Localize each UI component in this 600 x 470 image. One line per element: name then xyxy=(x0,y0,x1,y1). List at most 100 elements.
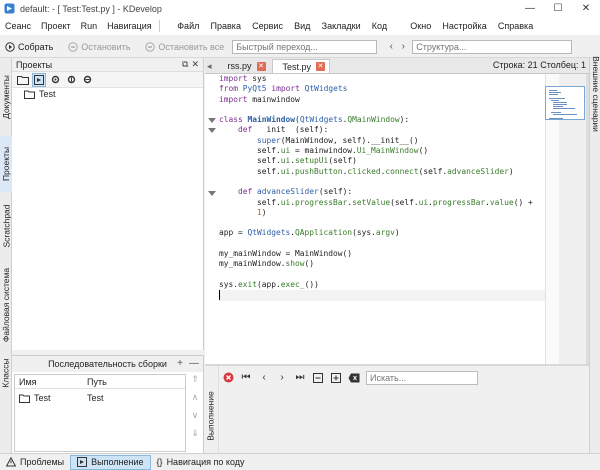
code-line[interactable]: import mainwindow xyxy=(219,95,545,105)
back-arrow-icon[interactable]: ‹ xyxy=(385,41,397,52)
dock-tab-external-scripts[interactable]: Внешние сценарии xyxy=(590,56,600,132)
close-tab-icon[interactable]: ✕ xyxy=(256,61,266,71)
float-panel-icon[interactable]: ⧉ xyxy=(182,59,188,70)
stop-output-icon[interactable] xyxy=(222,372,234,384)
code-line[interactable] xyxy=(219,105,545,115)
title-bar: default: - [ Test:Test.py ] - KDevelop —… xyxy=(0,0,600,17)
code-line[interactable]: super(MainWindow, self).__init__() xyxy=(219,136,545,146)
code-line[interactable]: my_mainWindow = MainWindow() xyxy=(219,249,545,259)
output-search-input[interactable] xyxy=(366,370,478,385)
code-line[interactable]: my_mainWindow.show() xyxy=(219,259,545,269)
code-line[interactable]: self.ui = mainwindow.Ui_MainWindow() xyxy=(219,146,545,156)
quick-nav-input[interactable] xyxy=(232,39,378,54)
code-line[interactable]: from PyQt5 import QtWidgets xyxy=(219,84,545,94)
move-down-icon[interactable]: ∨ xyxy=(189,410,201,424)
clear-output-icon[interactable] xyxy=(348,372,360,384)
code-line[interactable]: app = QtWidgets.QApplication(sys.argv) xyxy=(219,228,545,238)
tree-item-test[interactable]: Test xyxy=(12,88,203,100)
code-line[interactable]: sys.exit(app.exec_()) xyxy=(219,280,545,290)
code-line[interactable] xyxy=(219,270,545,280)
link-editor-icon[interactable] xyxy=(32,72,46,87)
add-icon[interactable]: + xyxy=(177,358,183,369)
stop-all-button[interactable]: Остановить все xyxy=(140,38,228,56)
code-line[interactable] xyxy=(219,218,545,228)
previous-item-icon[interactable]: ‹ xyxy=(258,372,270,384)
dock-tab-filesystem[interactable]: Файловая система xyxy=(0,260,12,350)
projects-toolbar xyxy=(12,72,203,88)
status-tab-problems[interactable]: Проблемы xyxy=(0,455,70,470)
code-line[interactable]: class MainWindow(QtWidgets.QMainWindow): xyxy=(219,115,545,125)
first-item-icon[interactable]: ⏮ xyxy=(240,372,252,384)
close-tab-icon[interactable]: ✕ xyxy=(316,62,326,71)
project-install-icon[interactable] xyxy=(64,73,78,87)
code-line[interactable] xyxy=(219,239,545,249)
minimap-preview[interactable] xyxy=(545,86,585,120)
move-up-icon[interactable]: ∧ xyxy=(189,392,201,406)
stop-button[interactable]: Остановить xyxy=(63,38,134,56)
window-title: default: - [ Test:Test.py ] - KDevelop xyxy=(20,3,162,14)
fold-marker-icon[interactable] xyxy=(208,118,216,123)
code-editor[interactable]: import sys from PyQt5 import QtWidgets imp… xyxy=(205,74,545,364)
fold-marker-icon[interactable] xyxy=(208,191,216,196)
column-path[interactable]: Путь xyxy=(83,377,107,387)
code-line[interactable] xyxy=(219,177,545,187)
code-text[interactable]: import sys from PyQt5 import QtWidgets imp… xyxy=(219,74,545,301)
dock-tab-classes[interactable]: Классы xyxy=(0,354,12,392)
menu-window[interactable]: Окно xyxy=(405,17,437,35)
dock-tab-scratchpad[interactable]: Scratchpad xyxy=(0,196,12,256)
menu-settings[interactable]: Настройка xyxy=(437,17,493,35)
menu-view[interactable]: Вид xyxy=(289,17,316,35)
code-line[interactable]: self.ui.progressBar.setValue(self.ui.pro… xyxy=(219,198,545,208)
next-item-icon[interactable]: › xyxy=(276,372,288,384)
tab-test-py[interactable]: Test.py ✕ xyxy=(271,59,331,73)
code-line[interactable]: def advanceSlider(self): xyxy=(219,187,545,197)
expand-icon[interactable] xyxy=(330,372,342,384)
maximize-button[interactable]: ☐ xyxy=(544,0,572,17)
fold-marker-icon[interactable] xyxy=(208,128,216,133)
column-name[interactable]: Имя xyxy=(15,377,83,387)
close-button[interactable]: ✕ xyxy=(572,0,600,17)
structure-input[interactable] xyxy=(412,39,573,54)
remove-icon[interactable]: — xyxy=(189,358,199,369)
menu-project[interactable]: Проект xyxy=(36,17,76,35)
code-braces-icon: {} xyxy=(156,457,163,467)
menu-bookmarks[interactable]: Закладки xyxy=(316,17,366,35)
dock-tab-projects[interactable]: Проекты xyxy=(0,136,12,192)
code-line[interactable] xyxy=(219,290,545,301)
code-line[interactable]: 1) xyxy=(219,208,545,218)
output-splitter[interactable] xyxy=(205,364,589,366)
minimize-button[interactable]: — xyxy=(516,0,544,17)
output-view[interactable] xyxy=(220,388,589,453)
code-line[interactable]: self.ui.setupUi(self) xyxy=(219,156,545,166)
collapse-icon[interactable] xyxy=(312,372,324,384)
status-tab-code-navigation[interactable]: {} Навигация по коду xyxy=(151,455,251,470)
last-item-icon[interactable]: ⏭ xyxy=(294,372,306,384)
table-row[interactable]: Test Test xyxy=(15,391,185,405)
code-line[interactable]: import sys xyxy=(219,74,545,84)
tab-scroll-arrows[interactable]: ◂ xyxy=(205,59,216,73)
menu-code[interactable]: Код xyxy=(366,17,393,35)
dock-tab-documents[interactable]: Документы xyxy=(0,62,12,132)
status-tab-run[interactable]: Выполнение xyxy=(70,454,151,470)
close-panel-icon[interactable]: ✕ xyxy=(191,59,199,70)
build-button[interactable]: Собрать xyxy=(0,38,57,56)
projects-title: Проекты xyxy=(16,59,53,70)
code-line[interactable]: self.ui.pushButton.clicked.connect(self.… xyxy=(219,167,545,177)
tab-rss-py[interactable]: rss.py ✕ xyxy=(218,59,270,73)
build-icon xyxy=(4,41,15,52)
menu-file[interactable]: Файл xyxy=(172,17,205,35)
output-tab-run[interactable]: Выполнение xyxy=(205,384,217,448)
menu-session[interactable]: Сеанс xyxy=(0,17,36,35)
forward-arrow-icon[interactable]: › xyxy=(397,41,409,52)
menu-navigation[interactable]: Навигация xyxy=(102,17,156,35)
open-project-icon[interactable] xyxy=(16,73,30,87)
move-top-icon[interactable]: ⇑ xyxy=(189,374,201,388)
project-build-icon[interactable] xyxy=(48,73,62,87)
project-clean-icon[interactable] xyxy=(80,73,94,87)
move-bottom-icon[interactable]: ⇓ xyxy=(189,428,201,442)
menu-help[interactable]: Справка xyxy=(492,17,539,35)
code-line[interactable]: def init (self): xyxy=(219,125,545,135)
menu-edit[interactable]: Правка xyxy=(205,17,247,35)
menu-tools[interactable]: Сервис xyxy=(247,17,289,35)
menu-run[interactable]: Run xyxy=(76,17,103,35)
